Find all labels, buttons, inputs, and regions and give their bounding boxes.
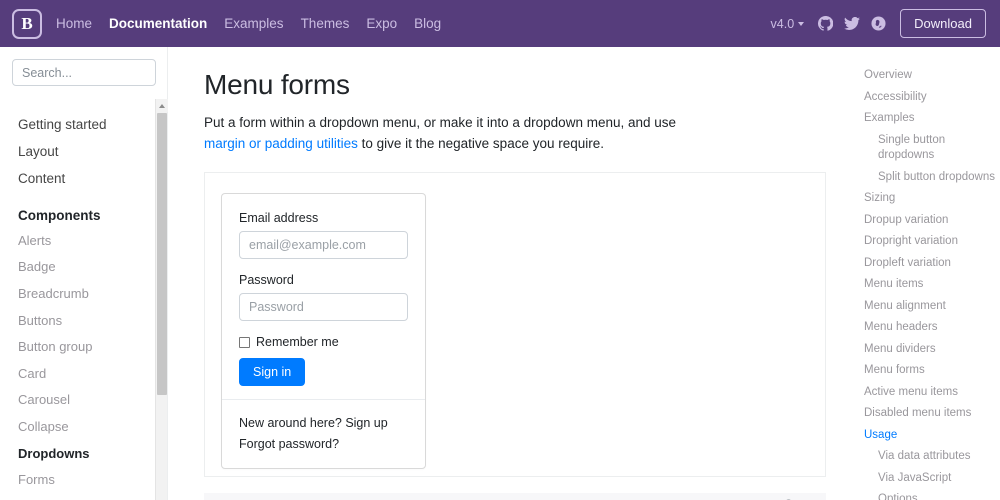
docs-nav[interactable]: Getting startedLayoutContent ComponentsAl… <box>0 99 167 500</box>
toc-item-usage[interactable]: Usage <box>864 425 1000 447</box>
toc-item-accessibility[interactable]: Accessibility <box>864 87 1000 109</box>
sidebar-item-getting-started[interactable]: Getting started <box>0 111 167 138</box>
sidebar-item-buttons[interactable]: Buttons <box>0 307 167 334</box>
sidebar-item-card[interactable]: Card <box>0 360 167 387</box>
twitter-icon[interactable] <box>844 17 860 31</box>
social-links <box>818 16 886 31</box>
sign-up-link[interactable]: New around here? Sign up <box>239 412 408 433</box>
dropdown-links: New around here? Sign up Forgot password… <box>222 400 425 468</box>
navbar-right-group: v4.0 Download <box>771 9 986 38</box>
sidebar-item-input-group[interactable]: Input group <box>0 493 167 500</box>
sidebar-item-badge[interactable]: Badge <box>0 254 167 281</box>
toc-item-menu-items[interactable]: Menu items <box>864 274 1000 296</box>
toc-item-dropright-variation[interactable]: Dropright variation <box>864 231 1000 253</box>
toc-item-disabled-menu-items[interactable]: Disabled menu items <box>864 403 1000 425</box>
page-description: Put a form within a dropdown menu, or ma… <box>204 113 682 154</box>
email-label: Email address <box>239 211 408 225</box>
forgot-password-link[interactable]: Forgot password? <box>239 433 408 454</box>
version-dropdown[interactable]: v4.0 <box>771 17 805 31</box>
top-navbar: B Home Documentation Examples Themes Expo Blo… <box>0 0 1000 47</box>
lead-text-end: to give it the negative space you requir… <box>358 136 604 151</box>
toc-item-dropleft-variation[interactable]: Dropleft variation <box>864 253 1000 275</box>
search-input[interactable] <box>12 59 156 86</box>
toc-item-menu-headers[interactable]: Menu headers <box>864 317 1000 339</box>
nav-link-examples[interactable]: Examples <box>224 16 283 31</box>
toc-item-via-data-attributes[interactable]: Via data attributes <box>864 446 1000 468</box>
toc-item-sizing[interactable]: Sizing <box>864 188 1000 210</box>
toc-item-menu-forms[interactable]: Menu forms <box>864 360 1000 382</box>
code-block: Copy <div class="dropdown-menu"> <box>204 493 826 500</box>
nav-link-blog[interactable]: Blog <box>414 16 441 31</box>
sidebar-item-forms[interactable]: Forms <box>0 467 167 494</box>
slack-icon[interactable] <box>871 16 886 31</box>
sidebar-item-button-group[interactable]: Button group <box>0 334 167 361</box>
toc-item-overview[interactable]: Overview <box>864 65 1000 87</box>
sidebar-item-layout[interactable]: Layout <box>0 138 167 165</box>
toc-item-menu-dividers[interactable]: Menu dividers <box>864 339 1000 361</box>
nav-link-expo[interactable]: Expo <box>366 16 397 31</box>
github-icon[interactable] <box>818 16 833 31</box>
lead-text-start: Put a form within a dropdown menu, or ma… <box>204 115 676 130</box>
version-label: v4.0 <box>771 17 795 31</box>
bootstrap-logo[interactable]: B <box>12 9 42 39</box>
toc-item-examples[interactable]: Examples <box>864 108 1000 130</box>
search-container <box>0 47 167 97</box>
remember-me-row[interactable]: Remember me <box>239 335 408 349</box>
nav-link-home[interactable]: Home <box>56 16 92 31</box>
toc-item-options[interactable]: Options <box>864 489 1000 500</box>
remember-me-checkbox[interactable] <box>239 337 250 348</box>
download-button[interactable]: Download <box>900 9 986 38</box>
toc-item-split-button-dropdowns[interactable]: Split button dropdowns <box>864 167 1000 189</box>
toc-item-dropup-variation[interactable]: Dropup variation <box>864 210 1000 232</box>
login-form: Email address Password Remember me Sign … <box>222 194 425 399</box>
example-preview: Email address Password Remember me Sign … <box>204 172 826 477</box>
toc-item-single-button-dropdowns[interactable]: Single button dropdowns <box>864 130 1000 167</box>
sidebar-item-carousel[interactable]: Carousel <box>0 387 167 414</box>
sidebar-item-content[interactable]: Content <box>0 165 167 192</box>
sidebar-item-components: Components <box>0 203 167 228</box>
nav-link-themes[interactable]: Themes <box>301 16 350 31</box>
sign-in-button[interactable]: Sign in <box>239 358 305 386</box>
main-content: Menu forms Put a form within a dropdown … <box>168 47 856 500</box>
sidebar-item-collapse[interactable]: Collapse <box>0 413 167 440</box>
email-field[interactable] <box>239 231 408 259</box>
toc-item-via-javascript[interactable]: Via JavaScript <box>864 468 1000 490</box>
margin-padding-utilities-link[interactable]: margin or padding utilities <box>204 136 358 151</box>
chevron-down-icon <box>798 22 804 26</box>
table-of-contents: OverviewAccessibilityExamplesSingle butt… <box>856 47 1000 500</box>
sidebar-item-breadcrumb[interactable]: Breadcrumb <box>0 280 167 307</box>
primary-nav: Home Documentation Examples Themes Expo Blog <box>56 16 441 31</box>
remember-me-label: Remember me <box>256 335 339 349</box>
scrollbar-thumb[interactable] <box>157 113 167 395</box>
page-title: Menu forms <box>204 69 826 101</box>
password-field[interactable] <box>239 293 408 321</box>
sidebar-item-alerts[interactable]: Alerts <box>0 227 167 254</box>
sidebar-item-dropdowns[interactable]: Dropdowns <box>0 440 167 467</box>
sidebar-scrollbar[interactable] <box>155 99 167 500</box>
left-sidebar: Getting startedLayoutContent ComponentsAl… <box>0 47 168 500</box>
toc-item-active-menu-items[interactable]: Active menu items <box>864 382 1000 404</box>
dropdown-menu-card: Email address Password Remember me Sign … <box>221 193 426 469</box>
toc-item-menu-alignment[interactable]: Menu alignment <box>864 296 1000 318</box>
password-label: Password <box>239 273 408 287</box>
nav-link-documentation[interactable]: Documentation <box>109 16 207 31</box>
scroll-up-icon[interactable] <box>156 99 168 112</box>
